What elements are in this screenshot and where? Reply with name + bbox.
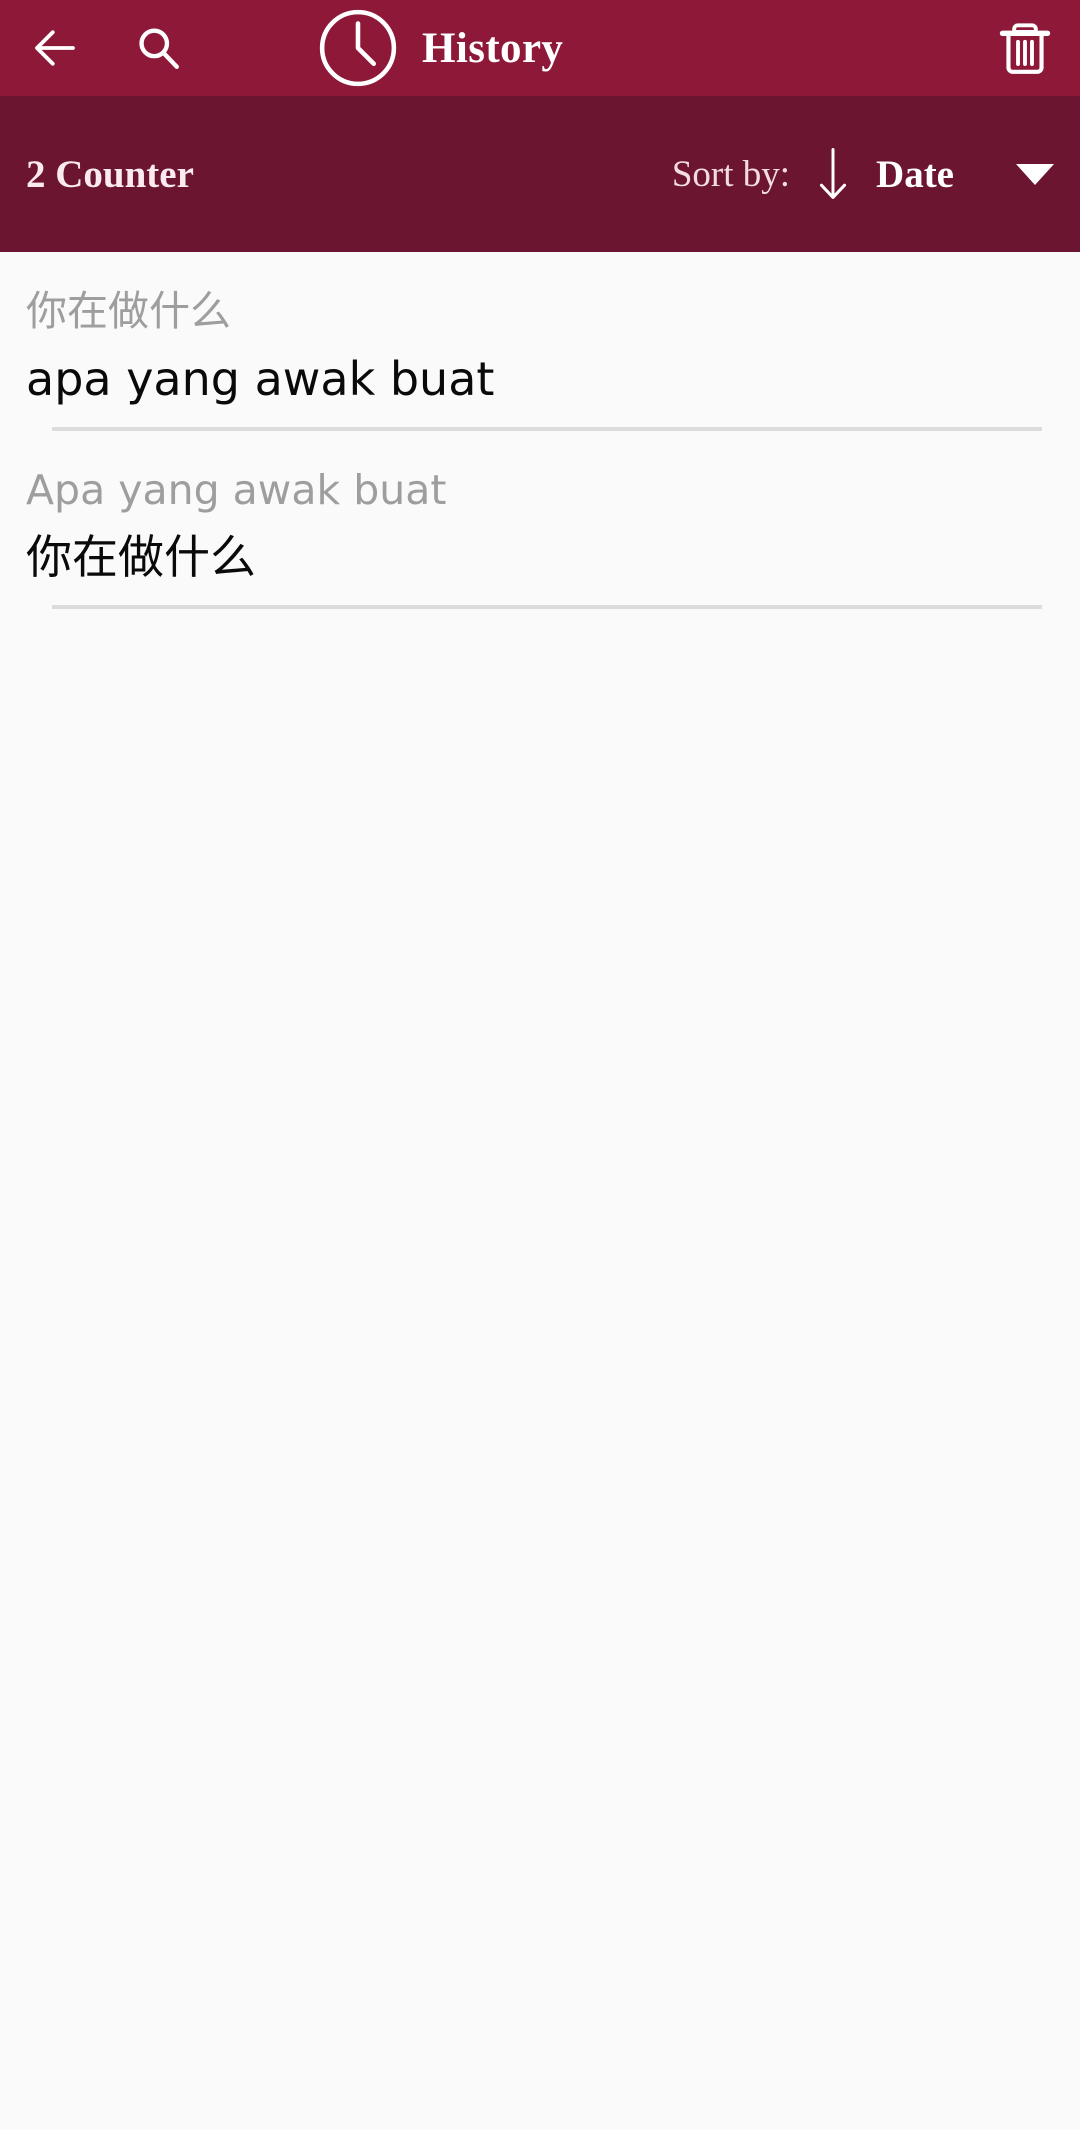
arrow-left-icon [35, 30, 75, 66]
sort-bar: 2 Counter Sort by: Date [0, 96, 1080, 252]
arrow-down-icon [819, 148, 847, 199]
source-text: 你在做什么 [26, 288, 231, 335]
source-text: Apa yang awak buat [26, 466, 447, 514]
top-toolbar: History [0, 0, 1080, 96]
list-divider [52, 605, 1042, 610]
history-list[interactable]: 你在做什么 apa yang awak buat Apa yang awak b… [0, 252, 1080, 2130]
delete-all-button[interactable] [970, 0, 1080, 96]
translated-text: apa yang awak buat [26, 351, 495, 406]
counter-label: 2 Counter [26, 152, 194, 196]
sort-direction-button[interactable] [790, 143, 876, 205]
page-title: History [422, 24, 564, 72]
back-button[interactable] [0, 0, 110, 96]
sort-by-label: Sort by: [671, 153, 791, 195]
toolbar-title-group: History [206, 6, 970, 90]
search-button[interactable] [110, 0, 206, 96]
history-screen: History 2 Counter Sort by: Date 你在做什么 ap… [0, 0, 1080, 2130]
search-icon [139, 28, 179, 69]
caret-down-icon[interactable] [1016, 163, 1054, 185]
translated-text: 你在做什么 [26, 530, 256, 585]
list-item[interactable]: Apa yang awak buat 你在做什么 [0, 431, 1080, 610]
sort-control-group[interactable]: Sort by: Date [672, 143, 1054, 205]
sort-value-label[interactable]: Date [876, 152, 954, 197]
clock-icon [319, 9, 397, 87]
list-item[interactable]: 你在做什么 apa yang awak buat [0, 252, 1080, 431]
trash-icon [999, 23, 1051, 74]
